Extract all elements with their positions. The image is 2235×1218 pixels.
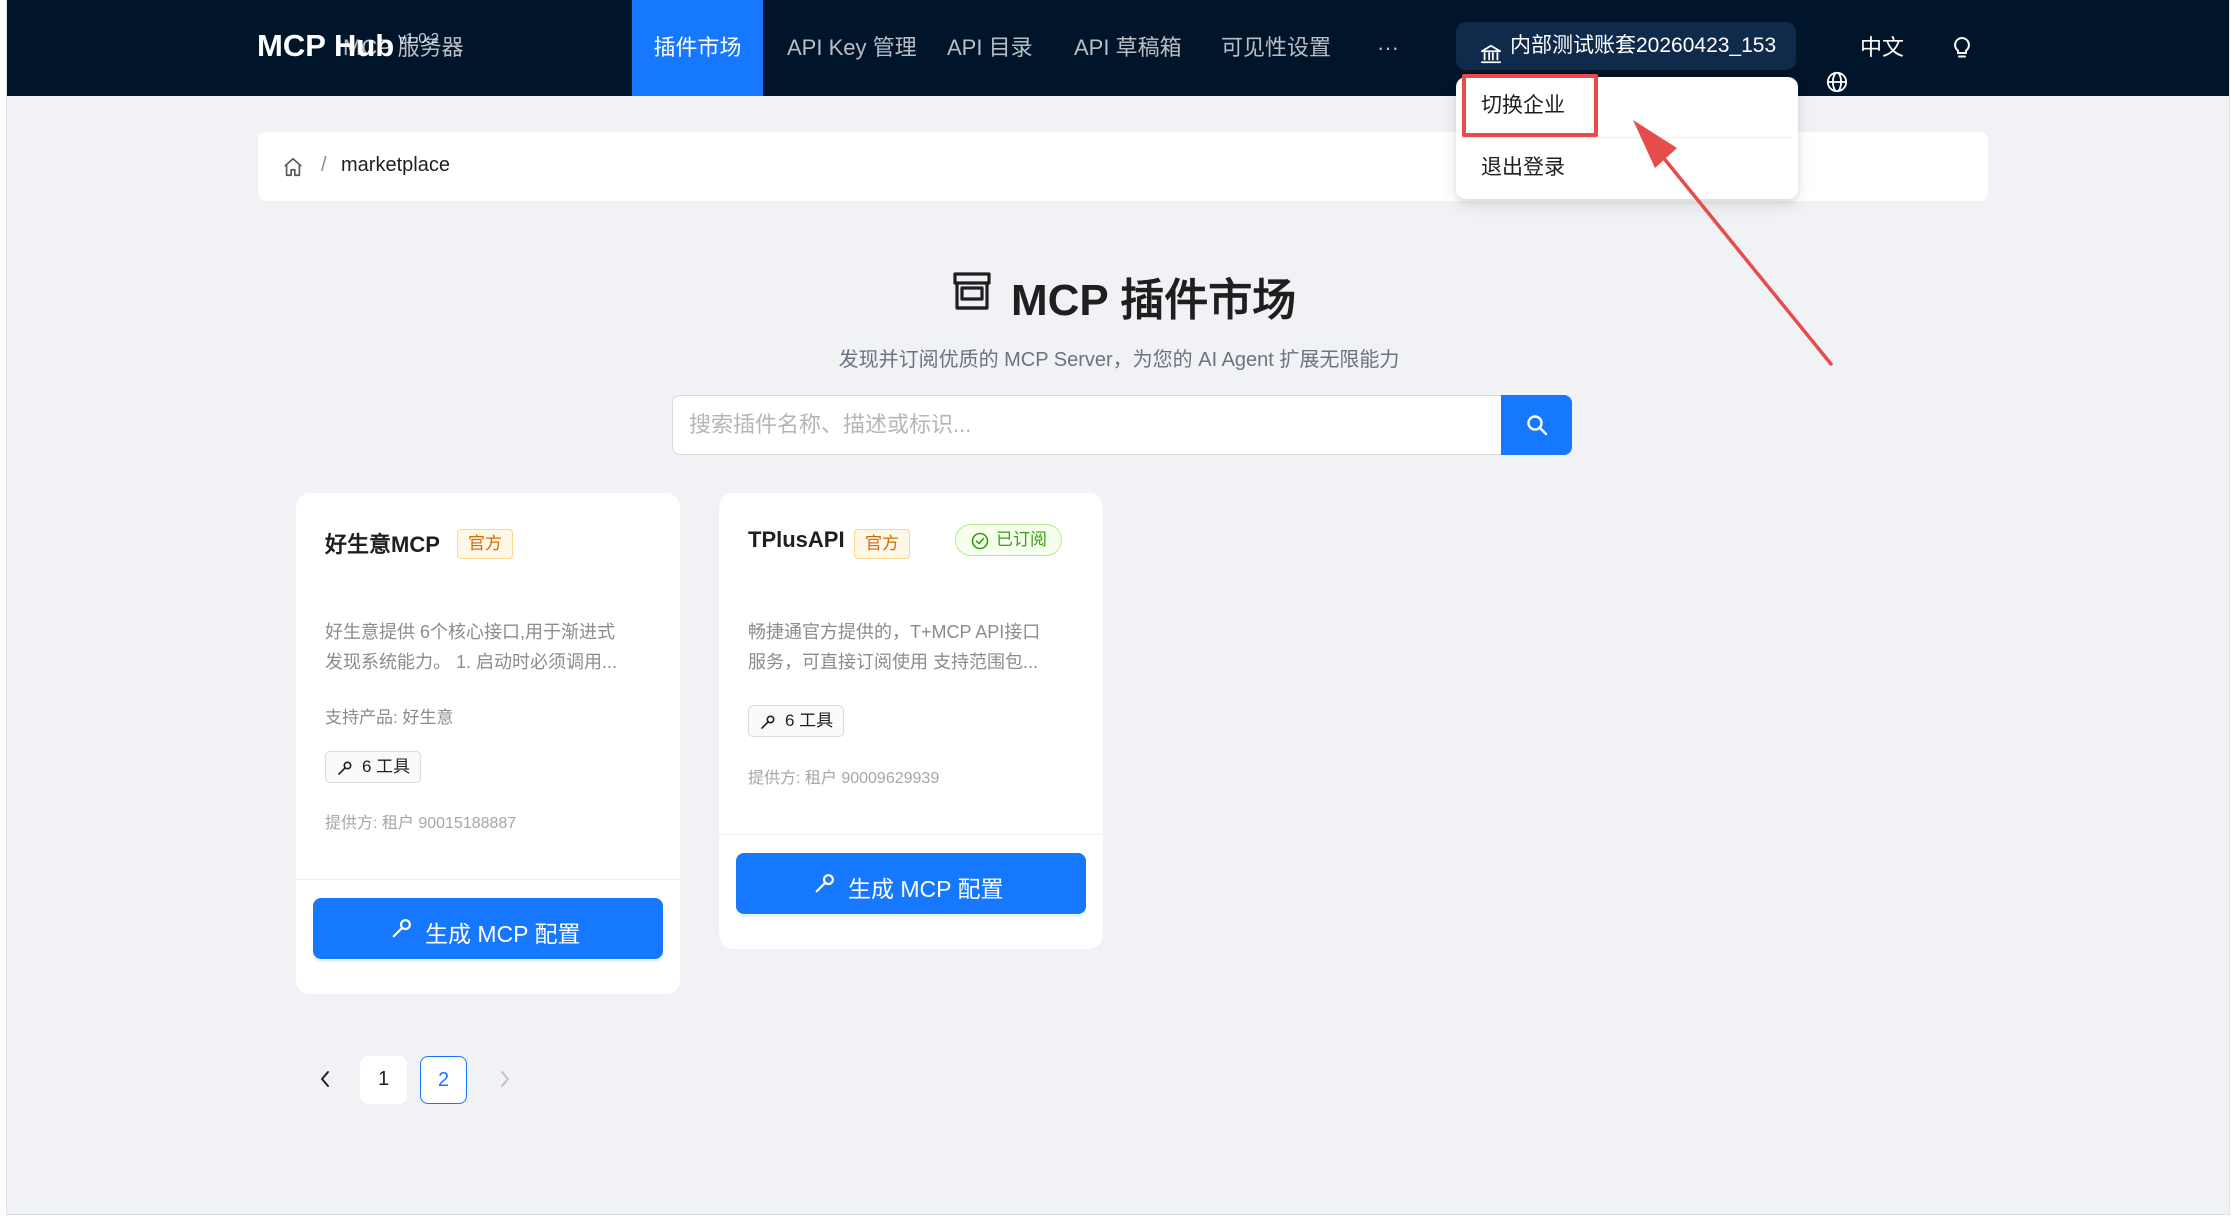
pagination-next-button[interactable] — [487, 1056, 523, 1104]
plugin-description: 好生意提供 6个核心接口,用于渐进式 发现系统能力。 1. 启动时必须调用... — [325, 617, 665, 677]
search-input[interactable] — [672, 395, 1508, 455]
highlight-box — [1462, 74, 1598, 137]
wrench-icon — [392, 919, 411, 938]
provider-info: 提供方: 租户 90015188887 — [325, 815, 517, 832]
card-divider — [719, 834, 1103, 835]
generate-mcp-config-button[interactable]: 生成 MCP 配置 — [313, 898, 663, 959]
chevron-right-icon — [501, 1071, 509, 1087]
plugin-description-line: 服务，可直接订阅使用 支持范围包... — [748, 652, 1039, 672]
tools-count-tag: 6 工具 — [325, 751, 422, 783]
generate-mcp-config-label: 生成 MCP 配置 — [425, 921, 581, 947]
card-divider — [296, 879, 680, 880]
chevron-left-icon — [321, 1071, 329, 1087]
plugin-description-line: 好生意提供 6个核心接口,用于渐进式 — [325, 622, 616, 642]
plugin-card[interactable]: 好生意MCP 官方 好生意提供 6个核心接口,用于渐进式 发现系统能力。 1. … — [296, 493, 680, 994]
generate-mcp-config-label: 生成 MCP 配置 — [848, 876, 1004, 902]
home-icon[interactable] — [282, 156, 304, 183]
top-nav-bar: MCP Hub v1.0.2 MCP 服务器 插件市场 API Key 管理 AP… — [7, 0, 2229, 96]
tools-count-tag: 6 工具 — [748, 705, 845, 737]
tools-count: 6 工具 — [362, 757, 411, 776]
check-circle-icon — [971, 532, 989, 550]
search-button[interactable] — [1501, 395, 1572, 455]
subscribed-badge: 已订阅 — [955, 524, 1062, 556]
plugin-description-line: 畅捷通官方提供的，T+MCP API接口 — [748, 622, 1041, 642]
plugin-description: 畅捷通官方提供的，T+MCP API接口 服务，可直接订阅使用 支持范围包... — [748, 617, 1088, 677]
plugin-name: 好生意MCP — [325, 532, 440, 557]
nav-item-api-catalog[interactable]: API 目录 — [947, 0, 1033, 96]
pagination-page-2[interactable]: 2 — [420, 1056, 467, 1104]
page-title-text: MCP 插件市场 — [1011, 276, 1297, 325]
nav-item-visibility-settings[interactable]: 可见性设置 — [1221, 0, 1331, 96]
plugin-name: TPlusAPI — [748, 527, 845, 552]
nav-item-mcp-servers[interactable]: MCP 服务器 — [343, 0, 464, 96]
plugin-description-line: 发现系统能力。 1. 启动时必须调用... — [325, 652, 618, 672]
tools-count: 6 工具 — [785, 711, 834, 730]
nav-more-button[interactable]: ··· — [1377, 0, 1399, 96]
nav-item-marketplace[interactable]: 插件市场 — [632, 0, 763, 96]
language-label: 中文 — [1860, 35, 1905, 60]
official-badge: 官方 — [457, 529, 513, 559]
provider-info: 提供方: 租户 90009629939 — [748, 770, 940, 787]
lightbulb-icon — [1952, 36, 1972, 64]
subscribed-label: 已订阅 — [996, 530, 1047, 549]
plugin-card[interactable]: TPlusAPI 官方 已订阅 畅捷通官方提供的，T+MCP API接口 服务，… — [719, 493, 1103, 949]
annotation-arrow — [1633, 120, 1833, 366]
tenant-switcher-button[interactable]: 内部测试账套20260423_153 — [1456, 22, 1796, 70]
official-badge: 官方 — [854, 529, 910, 559]
breadcrumb-current: marketplace — [341, 154, 450, 176]
tenant-name: 内部测试账套20260423_153 — [1510, 34, 1777, 57]
app-window: MCP Hub v1.0.2 MCP 服务器 插件市场 API Key 管理 AP… — [6, 0, 2230, 1215]
nav-item-api-drafts[interactable]: API 草稿箱 — [1074, 0, 1182, 96]
pagination-page-1[interactable]: 1 — [360, 1056, 407, 1104]
generate-mcp-config-button[interactable]: 生成 MCP 配置 — [736, 853, 1086, 914]
page-subtitle: 发现并订阅优质的 MCP Server，为您的 AI Agent 扩展无限能力 — [838, 349, 1400, 371]
pagination-prev-button[interactable] — [307, 1056, 343, 1104]
shop-icon — [951, 270, 993, 323]
supported-product: 支持产品: 好生意 — [325, 708, 454, 727]
theme-toggle-button[interactable] — [1952, 36, 1972, 65]
wrench-icon — [815, 874, 834, 893]
breadcrumb-separator: / — [321, 154, 327, 176]
nav-item-api-key-management[interactable]: API Key 管理 — [787, 0, 917, 96]
